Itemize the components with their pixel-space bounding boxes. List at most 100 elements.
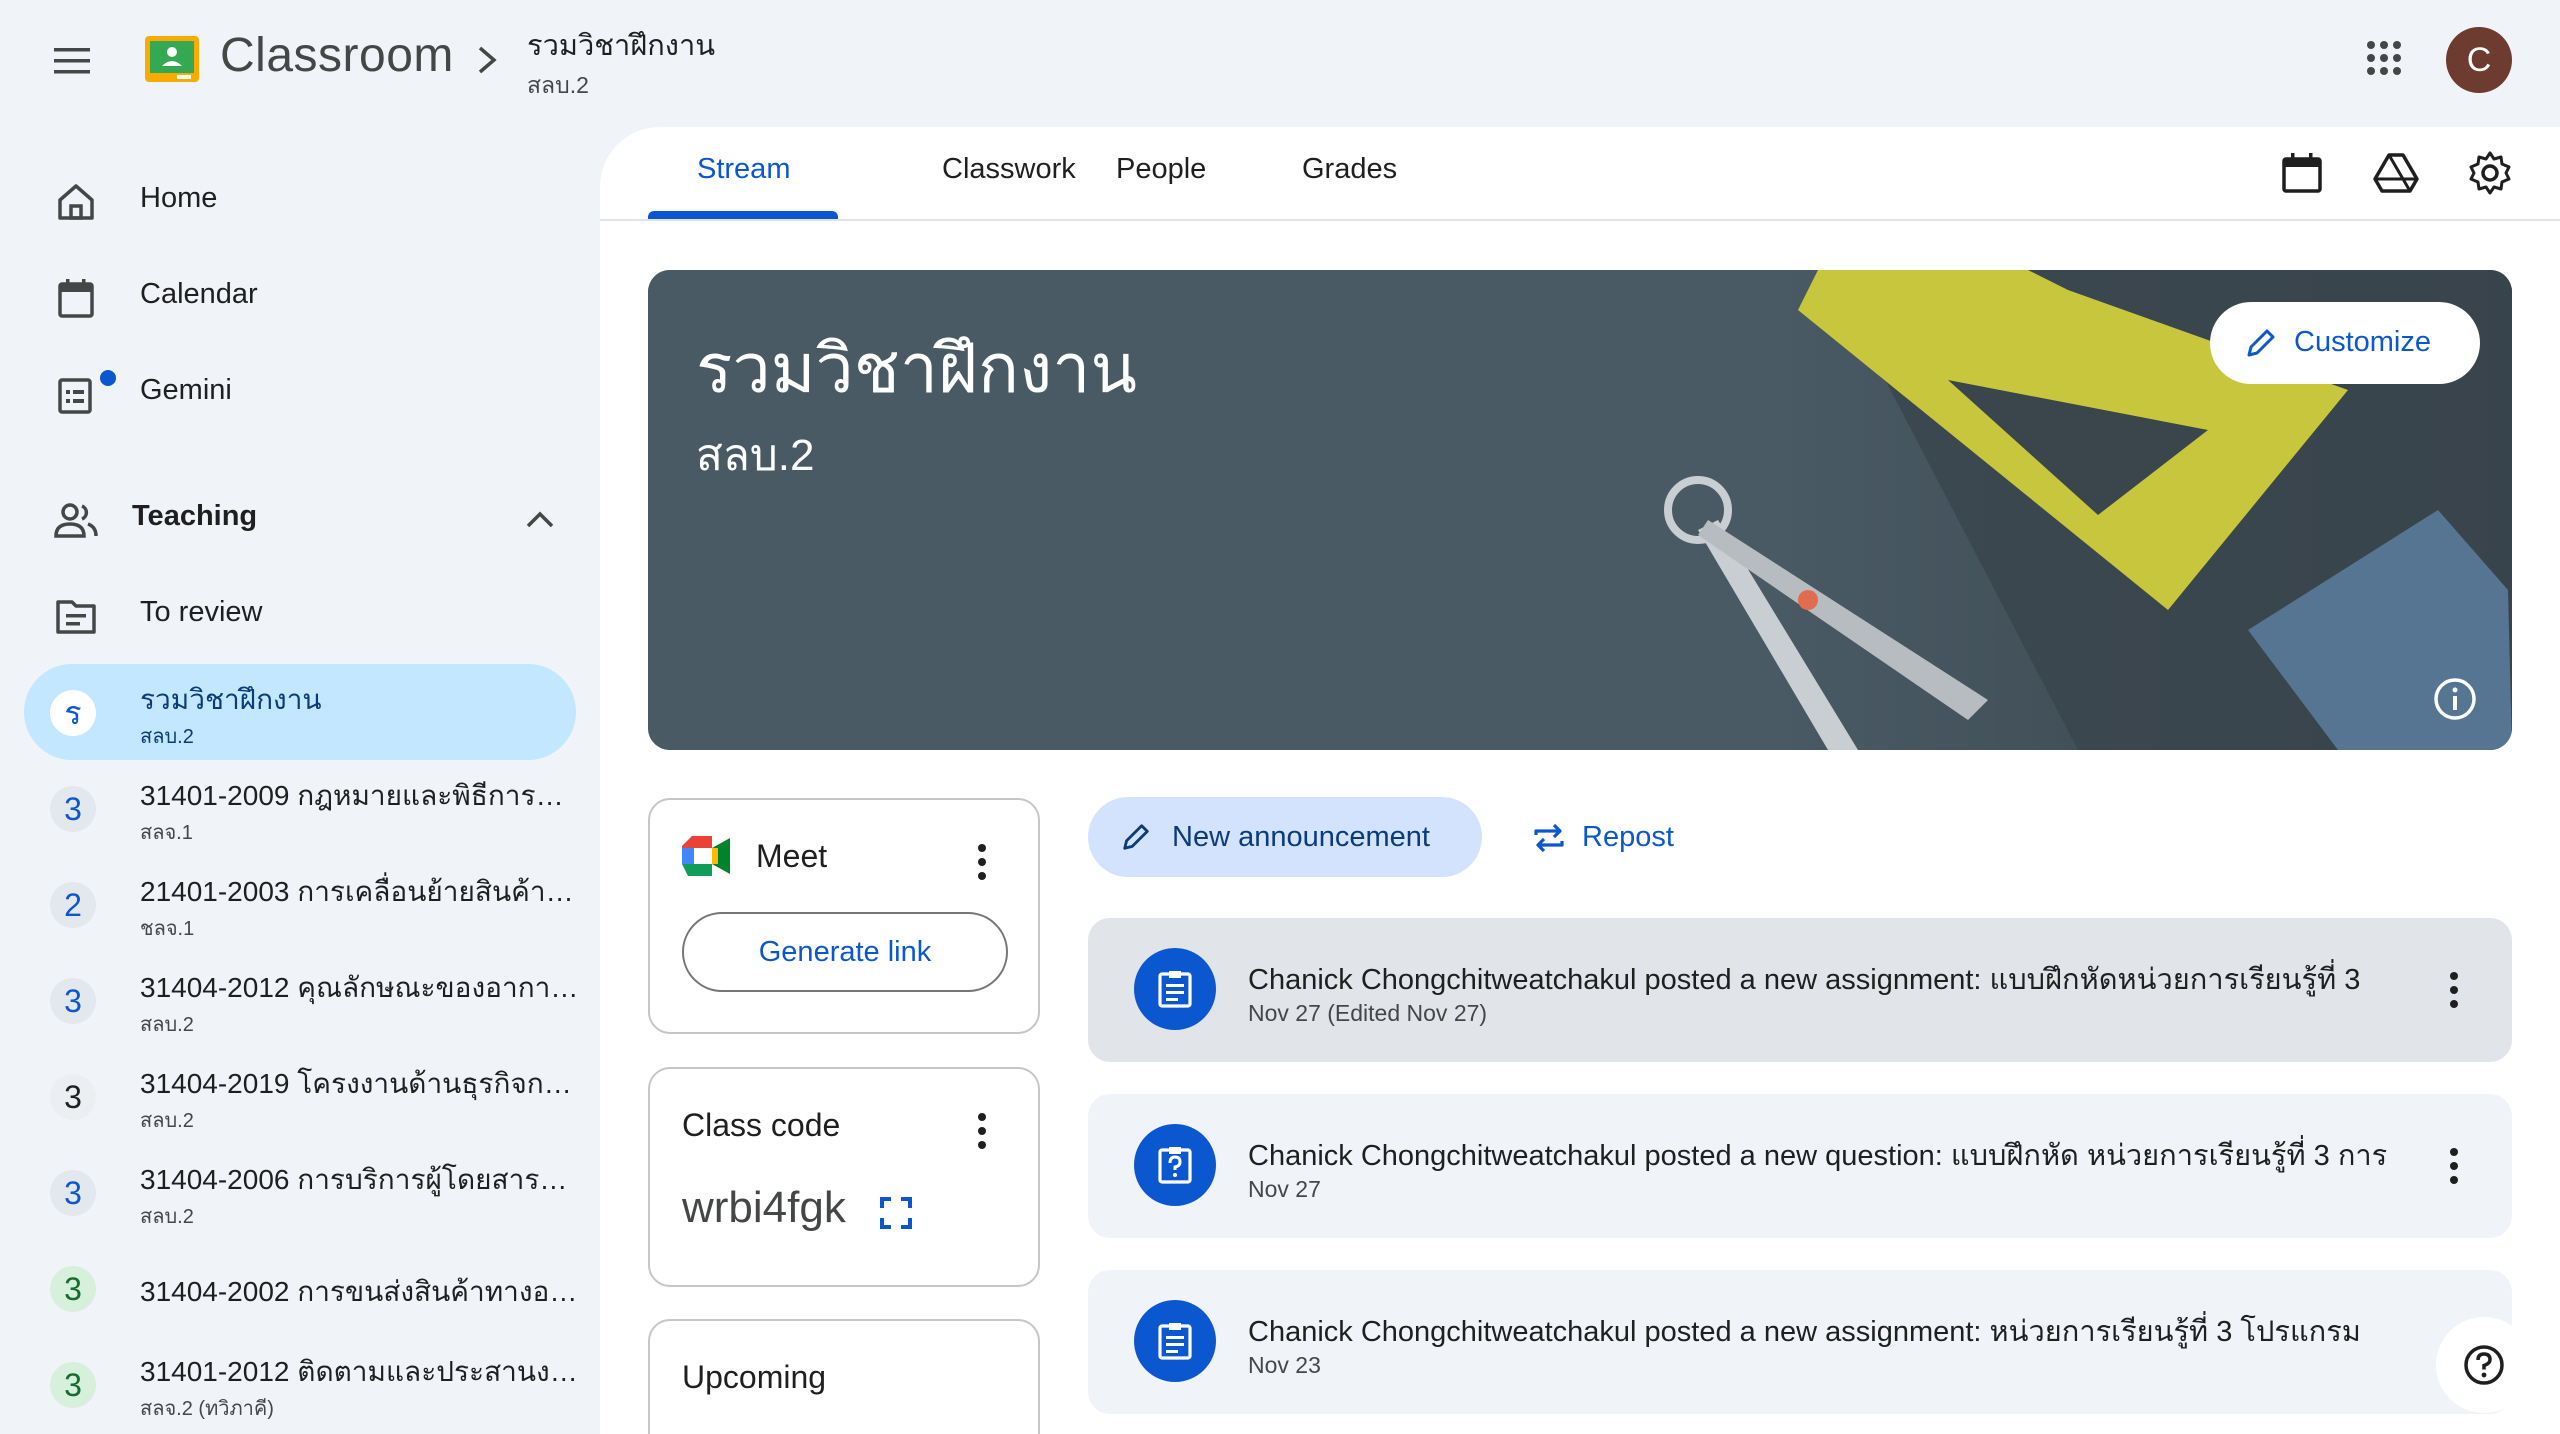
post-avatar xyxy=(1134,948,1216,1030)
stream-post[interactable]: Chanick Chongchitweatchakul posted a new… xyxy=(1088,918,2512,1062)
sidebar-class-item[interactable]: 3 31404-2012 คุณลักษณะของอากาศยาน สลบ.2 xyxy=(24,952,580,1048)
generate-link-button[interactable]: Generate link xyxy=(682,912,1008,992)
drive-icon[interactable] xyxy=(2372,149,2420,197)
class-section: สลจ.2 (ทวิภาคี) xyxy=(140,1398,274,1420)
post-date: Nov 27 (Edited Nov 27) xyxy=(1248,1000,1488,1026)
tab-grades[interactable]: Grades xyxy=(1302,153,1397,186)
google-apps-button[interactable] xyxy=(2356,30,2412,86)
class-section: สลบ.2 xyxy=(140,1110,194,1132)
account-avatar[interactable]: C xyxy=(2446,27,2512,93)
assignment-icon xyxy=(1158,1323,1192,1360)
gemini-icon xyxy=(58,378,92,414)
folder-review-icon xyxy=(56,600,96,634)
help-button[interactable] xyxy=(2436,1317,2532,1413)
class-avatar-badge: 3 xyxy=(50,1074,96,1120)
class-section: สลจ.1 xyxy=(140,822,193,844)
main-content: Stream Classwork People Grades รวมวิชาฝึ xyxy=(600,127,2560,1434)
class-name: 31404-2012 คุณลักษณะของอากาศยาน xyxy=(140,972,580,1003)
class-name: 31401-2009 กฎหมายและพิธีการศุลกากร xyxy=(140,780,580,811)
help-icon xyxy=(2464,1345,2504,1385)
chevron-right-icon xyxy=(478,46,497,74)
customize-button[interactable]: Customize xyxy=(2210,302,2480,384)
settings-gear-icon[interactable] xyxy=(2466,149,2514,197)
calendar-icon[interactable] xyxy=(2278,149,2326,197)
meet-title: Meet xyxy=(756,838,828,874)
stream-post[interactable]: Chanick Chongchitweatchakul posted a new… xyxy=(1088,1270,2512,1414)
sidebar-item-label: Gemini xyxy=(140,374,232,406)
class-section: สลบ.2 xyxy=(140,1014,194,1036)
meet-card: Meet Generate link xyxy=(648,798,1040,1034)
more-options-icon[interactable] xyxy=(962,838,1002,886)
class-name: รวมวิชาฝึกงาน xyxy=(140,684,322,715)
new-announcement-button[interactable]: New announcement xyxy=(1088,797,1482,877)
post-title: Chanick Chongchitweatchakul posted a new… xyxy=(1248,1140,2388,1172)
class-banner: รวมวิชาฝึกงาน สลบ.2 Customize xyxy=(648,270,2512,750)
google-meet-icon xyxy=(682,836,730,876)
sidebar-item-to-review[interactable]: To review xyxy=(24,568,576,664)
class-avatar-badge: 3 xyxy=(50,1170,96,1216)
sidebar-item-calendar[interactable]: Calendar xyxy=(24,250,576,346)
fullscreen-icon[interactable] xyxy=(878,1195,914,1231)
sidebar: Home Calendar Gemini Teaching To review … xyxy=(0,140,600,1434)
top-bar: Classroom รวมวิชาฝึกงาน สลบ.2 C xyxy=(0,0,2560,122)
notification-dot xyxy=(100,370,116,386)
customize-label: Customize xyxy=(2294,326,2431,358)
people-icon xyxy=(54,503,98,538)
class-name: 31404-2006 การบริการผู้โดยสารและ xyxy=(140,1164,580,1195)
classroom-logo-icon[interactable] xyxy=(145,36,199,82)
post-title: Chanick Chongchitweatchakul posted a new… xyxy=(1248,1316,2361,1348)
tab-people[interactable]: People xyxy=(1116,153,1206,186)
class-avatar-badge: 3 xyxy=(50,786,96,832)
class-avatar-badge: 2 xyxy=(50,882,96,928)
class-avatar-badge: 3 xyxy=(50,1362,96,1408)
sidebar-class-item[interactable]: 3 31404-2006 การบริการผู้โดยสารและ สลบ.2 xyxy=(24,1144,580,1240)
breadcrumb-subtitle: สลบ.2 xyxy=(527,72,589,98)
class-code-value: wrbi4fgk xyxy=(682,1183,846,1232)
repost-button[interactable]: Repost xyxy=(1516,797,1696,877)
class-name: 21401-2003 การเคลื่อนย้ายสินค้าและ xyxy=(140,876,580,907)
post-title: Chanick Chongchitweatchakul posted a new… xyxy=(1248,964,2361,996)
sidebar-item-gemini[interactable]: Gemini xyxy=(24,346,576,442)
more-options-icon[interactable] xyxy=(2434,1140,2474,1192)
more-options-icon[interactable] xyxy=(2434,964,2474,1016)
post-avatar xyxy=(1134,1124,1216,1206)
upcoming-card: Upcoming xyxy=(648,1319,1040,1434)
banner-title: รวมวิชาฝึกงาน xyxy=(696,331,1137,407)
teaching-label: Teaching xyxy=(132,500,258,532)
breadcrumb-title[interactable]: รวมวิชาฝึกงาน xyxy=(527,22,715,68)
class-section: สลบ.2 xyxy=(140,726,194,748)
assignment-icon xyxy=(1158,971,1192,1008)
class-tabs: Stream Classwork People Grades xyxy=(600,127,2560,221)
class-code-card: Class code wrbi4fgk xyxy=(648,1067,1040,1287)
sidebar-class-item[interactable]: 3 31404-2002 การขนส่งสินค้าทางอากาศ xyxy=(24,1240,580,1336)
sidebar-section-teaching[interactable]: Teaching xyxy=(24,472,576,568)
sidebar-class-item[interactable]: 3 31401-2012 ติดตามและประสานงานการสลจ.2 (… xyxy=(24,1336,580,1432)
class-name: 31401-2012 ติดตามและประสานงานการ xyxy=(140,1356,580,1387)
sidebar-class-item[interactable]: 2 21401-2003 การเคลื่อนย้ายสินค้าและชลจ.1 xyxy=(24,856,580,952)
sidebar-item-home[interactable]: Home xyxy=(24,154,576,250)
stream-post[interactable]: Chanick Chongchitweatchakul posted a new… xyxy=(1088,1094,2512,1238)
home-icon xyxy=(58,184,94,220)
app-name[interactable]: Classroom xyxy=(220,28,454,83)
sidebar-class-item[interactable]: 3 31401-2009 กฎหมายและพิธีการศุลกากรสลจ.1 xyxy=(24,760,580,856)
tab-classwork[interactable]: Classwork xyxy=(942,153,1076,186)
class-section: ชลจ.1 xyxy=(140,918,195,940)
sidebar-item-label: Calendar xyxy=(140,278,258,310)
tab-stream[interactable]: Stream xyxy=(697,153,790,186)
info-icon[interactable] xyxy=(2430,674,2480,724)
more-options-icon[interactable] xyxy=(962,1107,1002,1155)
post-date: Nov 23 xyxy=(1248,1352,1321,1378)
repost-icon xyxy=(1534,823,1564,853)
main-menu-button[interactable] xyxy=(32,26,112,96)
sidebar-item-label: To review xyxy=(140,596,263,628)
chevron-up-icon[interactable] xyxy=(518,498,562,542)
sidebar-class-item[interactable]: 3 31404-2019 โครงงานด้านธุรกิจการบินสลบ.2 xyxy=(24,1048,580,1144)
class-code-title: Class code xyxy=(682,1107,841,1143)
class-name: 31404-2019 โครงงานด้านธุรกิจการบิน xyxy=(140,1068,580,1099)
upcoming-title: Upcoming xyxy=(682,1359,827,1395)
banner-subtitle: สลบ.2 xyxy=(696,431,815,480)
post-date: Nov 27 xyxy=(1248,1176,1321,1202)
sidebar-class-item[interactable]: ร รวมวิชาฝึกงาน สลบ.2 xyxy=(24,664,576,760)
hamburger-icon xyxy=(54,48,90,74)
active-tab-indicator xyxy=(648,211,838,219)
